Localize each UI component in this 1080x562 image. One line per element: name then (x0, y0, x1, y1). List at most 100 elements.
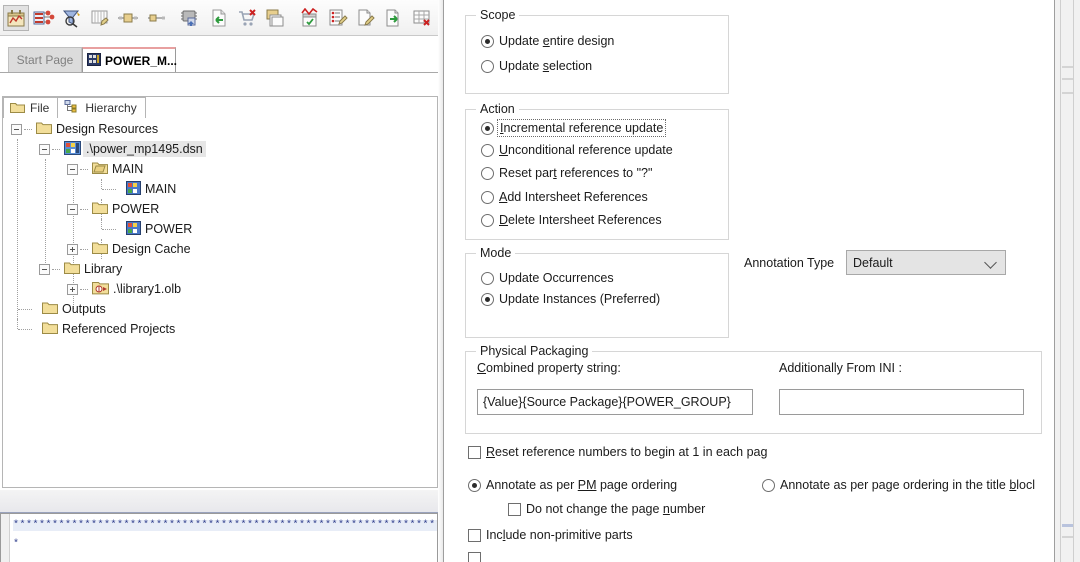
log-caret: * (13, 539, 19, 550)
log-line: ****************************************… (13, 520, 438, 531)
tree-item-power-mp1495-dsn[interactable]: .\power_mp1495.dsn (3, 139, 437, 159)
combined-property-string-input[interactable] (477, 389, 753, 415)
radio-indicator[interactable] (481, 167, 494, 180)
tree-item-main-page[interactable]: MAIN (3, 179, 437, 199)
design-rules-check-icon[interactable] (59, 5, 85, 31)
radio-indicator[interactable] (481, 35, 494, 48)
radio-indicator[interactable] (481, 60, 494, 73)
radio-update-occurrences[interactable]: Update Occurrences (481, 271, 614, 285)
import-design-icon[interactable] (206, 5, 232, 31)
radio-indicator[interactable] (481, 293, 494, 306)
checkbox-indicator[interactable] (468, 529, 481, 542)
tab-power-m[interactable]: POWER_M... (82, 47, 176, 72)
annotate-icon[interactable] (3, 5, 29, 31)
checkbox-indicator[interactable] (508, 503, 521, 516)
scrollbar-mark-2[interactable] (1062, 78, 1073, 80)
export-design-icon[interactable] (234, 5, 260, 31)
radio-indicator[interactable] (481, 214, 494, 227)
project-manager-panel: File Hierarchy (2, 96, 438, 488)
additionally-from-ini-input[interactable] (779, 389, 1024, 415)
hierarchy-icon (64, 100, 80, 116)
tree-item-label: MAIN (145, 182, 176, 196)
chevron-down-icon (984, 256, 997, 269)
panel-splitter[interactable] (0, 490, 438, 513)
scrollbar-mark-3[interactable] (1062, 92, 1073, 94)
radio-indicator[interactable] (481, 191, 494, 204)
tree-item-main-folder[interactable]: MAIN (3, 159, 437, 179)
radio-update-entire-design[interactable]: Update entire design (481, 34, 614, 48)
run-pspice-icon[interactable] (381, 5, 407, 31)
action-group-legend: Action (476, 102, 519, 116)
additionally-from-ini-label: Additionally From INI : (779, 361, 902, 375)
radio-unconditional-reference-update[interactable]: Unconditional reference update (481, 143, 673, 157)
session-log-panel[interactable]: ****************************************… (0, 513, 438, 562)
new-simulation-profile-icon[interactable] (297, 5, 323, 31)
create-netlist-icon[interactable] (178, 5, 204, 31)
checkbox-partial-clipped[interactable] (468, 552, 486, 562)
radio-delete-intersheet-references[interactable]: Delete Intersheet References (481, 213, 662, 227)
window-right-chrome (1055, 0, 1080, 562)
annotate-dialog: Scope Update entire design Update select… (443, 0, 1055, 562)
back-annotate-icon[interactable] (31, 5, 57, 31)
window-edge-line (1060, 0, 1061, 562)
checkbox-include-non-primitive-parts[interactable]: Include non-primitive parts (468, 528, 633, 542)
expander-toggle[interactable] (67, 164, 78, 175)
checkbox-label: Reset reference numbers to begin at 1 in… (486, 445, 767, 459)
radio-label: Update selection (499, 59, 592, 73)
project-tab-file[interactable]: File (3, 97, 58, 118)
tree-item-library1-olb[interactable]: .\library1.olb (3, 279, 437, 299)
checkbox-do-not-change-page-number[interactable]: Do not change the page number (508, 502, 705, 516)
tree-item-referenced-projects[interactable]: Referenced Projects (3, 319, 437, 339)
annotation-type-select[interactable]: Default (846, 250, 1006, 275)
project-tab-hierarchy[interactable]: Hierarchy (57, 97, 145, 118)
radio-update-selection[interactable]: Update selection (481, 59, 592, 73)
scrollbar-mark-1[interactable] (1062, 66, 1073, 68)
radio-indicator[interactable] (468, 479, 481, 492)
design-resources-tree[interactable]: Design Resources (3, 119, 437, 487)
folder-icon (36, 121, 52, 137)
tree-item-label: Design Resources (56, 122, 158, 136)
project-panel-tabs: File Hierarchy (3, 96, 439, 118)
cross-reference-parts-icon[interactable] (143, 5, 169, 31)
expander-toggle[interactable] (67, 204, 78, 215)
radio-incremental-reference-update[interactable]: Incremental reference update (481, 121, 664, 135)
tree-item-library[interactable]: Library (3, 259, 437, 279)
tree-item-power-folder[interactable]: POWER (3, 199, 437, 219)
folder-icon (42, 321, 58, 337)
radio-indicator[interactable] (481, 122, 494, 135)
radio-update-instances[interactable]: Update Instances (Preferred) (481, 292, 660, 306)
scrollbar-mark-4[interactable] (1062, 536, 1073, 538)
delete-table-icon[interactable] (409, 5, 435, 31)
radio-add-intersheet-references[interactable]: Add Intersheet References (481, 190, 648, 204)
expander-toggle[interactable] (11, 124, 22, 135)
edit-part-icon[interactable] (353, 5, 379, 31)
bill-of-materials-icon[interactable] (87, 5, 113, 31)
cross-reference-icon[interactable] (115, 5, 141, 31)
checkbox-indicator[interactable] (468, 552, 481, 562)
radio-indicator[interactable] (481, 272, 494, 285)
checkbox-indicator[interactable] (468, 446, 481, 459)
tab-start-page[interactable]: Start Page (8, 47, 82, 72)
radio-label: Reset part references to "?" (499, 166, 652, 180)
project-tab-file-label: File (30, 101, 49, 115)
radio-label: Update Occurrences (499, 271, 614, 285)
checkbox-reset-reference-numbers[interactable]: Reset reference numbers to begin at 1 in… (468, 445, 767, 459)
expander-toggle[interactable] (67, 244, 78, 255)
scope-group: Scope (465, 8, 729, 94)
mode-group-legend: Mode (476, 246, 515, 260)
copy-project-icon[interactable] (262, 5, 288, 31)
radio-reset-part-references[interactable]: Reset part references to "?" (481, 166, 652, 180)
expander-toggle[interactable] (67, 284, 78, 295)
scrollbar-thumb[interactable] (1062, 524, 1073, 527)
radio-indicator[interactable] (762, 479, 775, 492)
tree-item-design-cache[interactable]: Design Cache (3, 239, 437, 259)
expander-toggle[interactable] (39, 264, 50, 275)
tree-item-power-page[interactable]: POWER (3, 219, 437, 239)
tree-item-design-resources[interactable]: Design Resources (3, 119, 437, 139)
radio-annotate-as-per-pm-page-ordering[interactable]: Annotate as per PM page ordering (468, 478, 677, 492)
radio-indicator[interactable] (481, 144, 494, 157)
radio-annotate-as-per-title-block-ordering[interactable]: Annotate as per page ordering in the tit… (762, 478, 1035, 492)
tree-item-outputs[interactable]: Outputs (3, 299, 437, 319)
edit-simulation-settings-icon[interactable] (325, 5, 351, 31)
expander-toggle[interactable] (39, 144, 50, 155)
